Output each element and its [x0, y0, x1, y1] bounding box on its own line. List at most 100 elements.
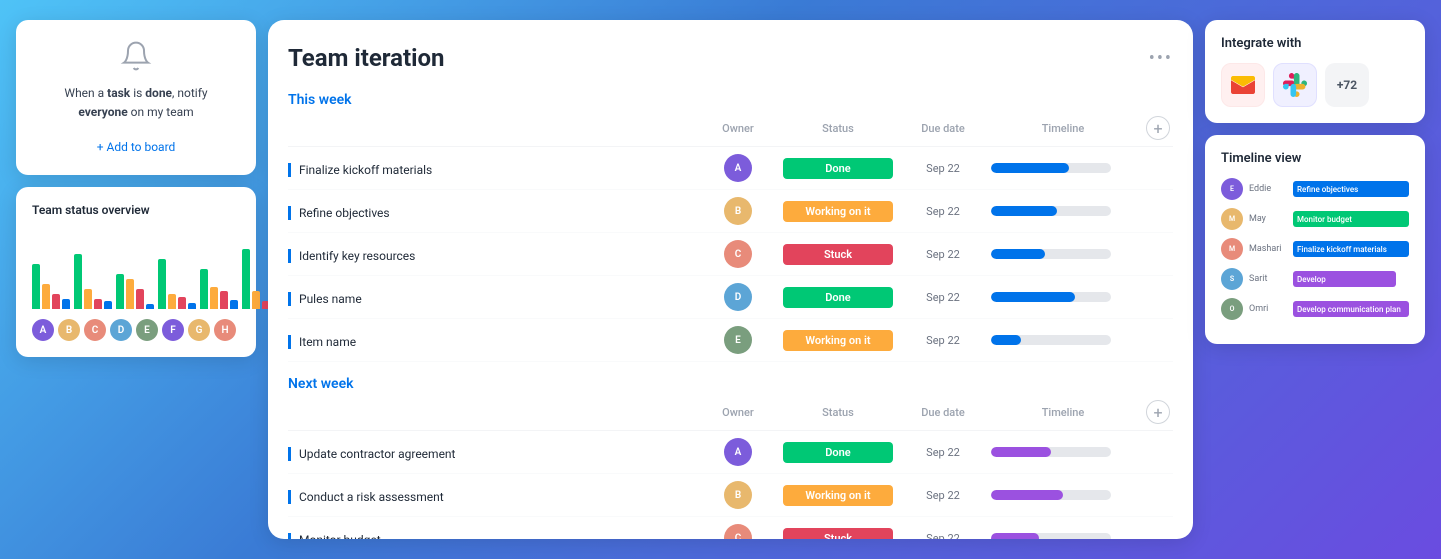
next-status-col-label: Status — [773, 406, 903, 419]
tl-avatar: M — [1221, 238, 1243, 260]
panel-header: Team iteration ••• — [288, 44, 1173, 72]
next-week-rows: Update contractor agreementADoneSep 22Co… — [288, 431, 1173, 539]
timeline-track — [991, 335, 1111, 345]
bar-segment — [62, 299, 70, 309]
row-name: Finalize kickoff materials — [288, 163, 432, 177]
next-week-table-header: Owner Status Due date Timeline + — [288, 400, 1173, 431]
due-date: Sep 22 — [903, 489, 983, 502]
due-date: Sep 22 — [903, 205, 983, 218]
integrate-title: Integrate with — [1221, 36, 1409, 51]
status-badge[interactable]: Working on it — [783, 201, 893, 222]
due-date: Sep 22 — [903, 291, 983, 304]
status-badge[interactable]: Stuck — [783, 244, 893, 265]
tl-bar: Develop communication plan — [1293, 301, 1409, 317]
timeline-view-row: MMayMonitor budget — [1221, 208, 1409, 230]
timeline-fill — [991, 447, 1051, 457]
mini-avatar: F — [162, 319, 184, 341]
status-badge[interactable]: Done — [783, 287, 893, 308]
gmail-icon[interactable] — [1221, 63, 1265, 107]
panel-title: Team iteration — [288, 44, 445, 72]
bar-segment — [220, 291, 228, 309]
bar-group — [74, 254, 112, 309]
avatar: A — [724, 154, 752, 182]
bar-segment — [74, 254, 82, 309]
slack-icon[interactable] — [1273, 63, 1317, 107]
tl-bar: Develop — [1293, 271, 1396, 287]
due-date: Sep 22 — [903, 532, 983, 540]
timeline-track — [991, 249, 1111, 259]
bar-segment — [252, 291, 260, 309]
due-col-label: Due date — [903, 122, 983, 135]
table-row[interactable]: Identify key resourcesCStuckSep 22 — [288, 233, 1173, 276]
bar-segment — [146, 304, 154, 309]
avatar: B — [724, 481, 752, 509]
mini-avatar: D — [110, 319, 132, 341]
bar-segment — [168, 294, 176, 309]
status-badge[interactable]: Done — [783, 442, 893, 463]
this-week-table-header: Owner Status Due date Timeline + — [288, 116, 1173, 147]
status-badge[interactable]: Stuck — [783, 528, 893, 539]
row-name: Conduct a risk assessment — [288, 490, 444, 504]
table-row[interactable]: Item nameEWorking on itSep 22 — [288, 319, 1173, 362]
tl-name: Omri — [1249, 304, 1287, 314]
add-column-button[interactable]: + — [1146, 116, 1170, 140]
notification-card: When a task is done, notifyeveryone on m… — [16, 20, 256, 175]
table-row[interactable]: Refine objectivesBWorking on itSep 22 — [288, 190, 1173, 233]
due-date: Sep 22 — [903, 334, 983, 347]
timeline-fill — [991, 163, 1069, 173]
tl-name: Mashari — [1249, 244, 1287, 254]
due-date: Sep 22 — [903, 446, 983, 459]
timeline-card: Timeline view EEddieRefine objectivesMMa… — [1205, 135, 1425, 344]
row-name: Identify key resources — [288, 249, 415, 263]
next-add-column-button[interactable]: + — [1146, 400, 1170, 424]
timeline-col-label: Timeline — [983, 122, 1143, 135]
timeline-view-rows: EEddieRefine objectivesMMayMonitor budge… — [1221, 178, 1409, 320]
mini-avatar: A — [32, 319, 54, 341]
tl-name: May — [1249, 214, 1287, 224]
tl-avatar: M — [1221, 208, 1243, 230]
tl-name: Sarit — [1249, 274, 1287, 284]
next-timeline-col-label: Timeline — [983, 406, 1143, 419]
timeline-track — [991, 163, 1111, 173]
status-badge[interactable]: Done — [783, 158, 893, 179]
timeline-track — [991, 447, 1111, 457]
timeline-fill — [991, 206, 1057, 216]
next-due-col-label: Due date — [903, 406, 983, 419]
avatar: C — [724, 524, 752, 539]
timeline-view-row: SSaritDevelop — [1221, 268, 1409, 290]
bar-segment — [116, 274, 124, 309]
table-row[interactable]: Pules nameDDoneSep 22 — [288, 276, 1173, 319]
owner-col-label: Owner — [703, 122, 773, 135]
integrate-icons: +72 — [1221, 63, 1409, 107]
bar-segment — [52, 294, 60, 309]
bar-group — [116, 274, 154, 309]
mini-avatar: H — [214, 319, 236, 341]
table-row[interactable]: Conduct a risk assessment B Working on it S… — [288, 474, 1173, 517]
status-badge[interactable]: Working on it — [783, 330, 893, 351]
this-week-section-title: This week — [288, 92, 1173, 108]
mini-avatar: G — [188, 319, 210, 341]
bell-icon — [120, 40, 152, 72]
table-row[interactable]: Monitor budgetCStuckSep 22 — [288, 517, 1173, 539]
more-integrations[interactable]: +72 — [1325, 63, 1369, 107]
avatar: D — [724, 283, 752, 311]
bar-segment — [136, 289, 144, 309]
tl-bar: Refine objectives — [1293, 181, 1409, 197]
bar-segment — [126, 279, 134, 309]
integrate-card: Integrate with — [1205, 20, 1425, 123]
table-row[interactable]: Finalize kickoff materialsADoneSep 22 — [288, 147, 1173, 190]
center-panel: Team iteration ••• This week Owner Statu… — [268, 20, 1193, 539]
bar-segment — [242, 249, 250, 309]
more-options-icon[interactable]: ••• — [1149, 48, 1173, 69]
timeline-fill — [991, 490, 1063, 500]
timeline-view-row: EEddieRefine objectives — [1221, 178, 1409, 200]
status-badge[interactable]: Working on it — [783, 485, 893, 506]
table-row[interactable]: Update contractor agreementADoneSep 22 — [288, 431, 1173, 474]
timeline-track — [991, 292, 1111, 302]
add-to-board-link[interactable]: + Add to board — [97, 140, 176, 154]
main-container: When a task is done, notifyeveryone on m… — [0, 0, 1441, 559]
timeline-view-row: OOmriDevelop communication plan — [1221, 298, 1409, 320]
bar-segment — [178, 297, 186, 309]
timeline-fill — [991, 292, 1075, 302]
bar-segment — [32, 264, 40, 309]
